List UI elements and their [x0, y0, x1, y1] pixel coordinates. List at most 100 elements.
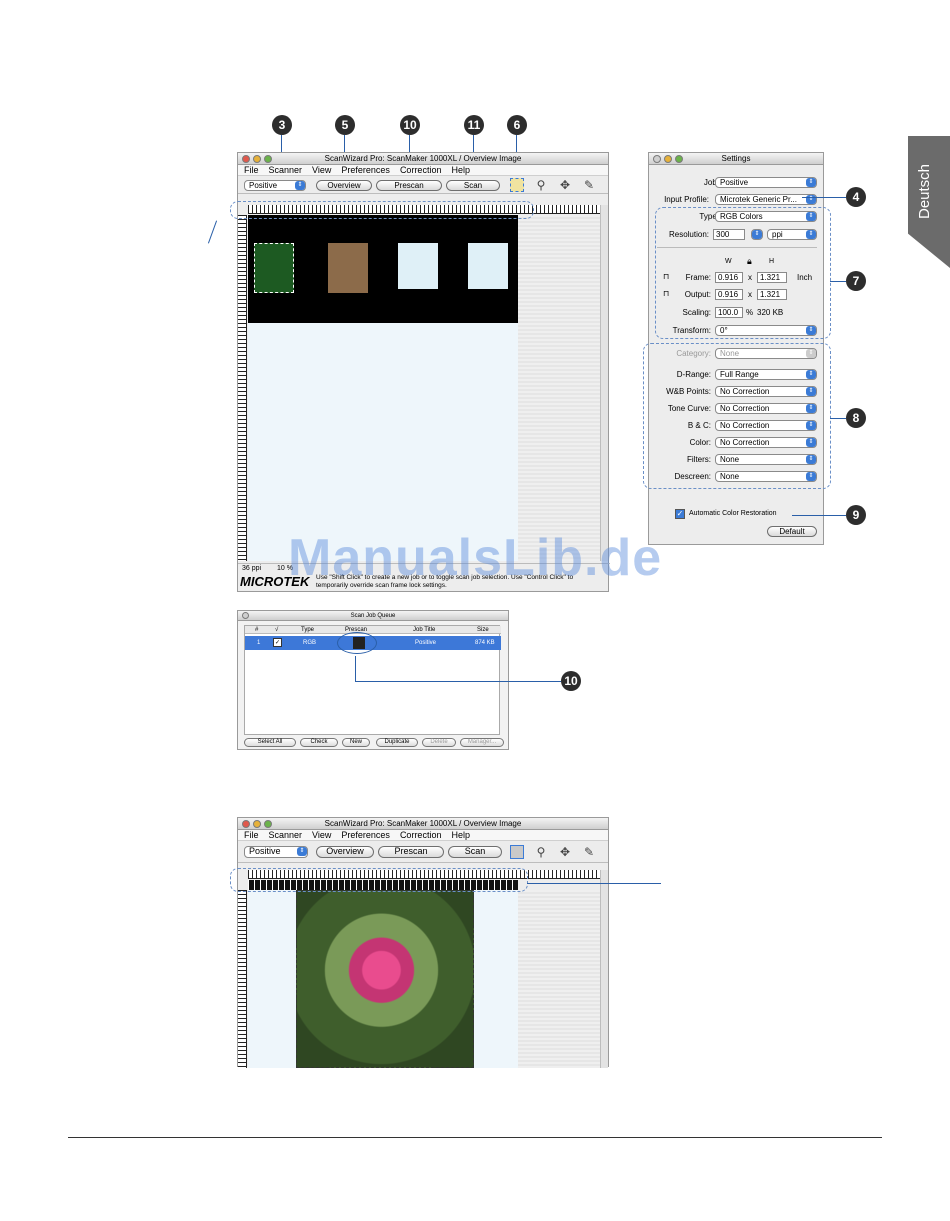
menu-view[interactable]: View [312, 830, 331, 840]
close-button[interactable] [242, 155, 250, 163]
magnifier-icon[interactable]: ⚲ [534, 178, 548, 192]
manager-button[interactable]: Manager... [460, 738, 504, 747]
menu-scanner[interactable]: Scanner [269, 830, 303, 840]
pan-tool-icon[interactable]: ✥ [558, 845, 572, 859]
callout-10-queue: 10 [561, 671, 581, 691]
scan-frame-tool-icon[interactable] [510, 845, 524, 859]
preview-pane-empty [518, 215, 600, 561]
job-label: Job: [703, 178, 719, 187]
menu-correction[interactable]: Correction [400, 165, 442, 175]
close-button[interactable] [242, 820, 250, 828]
popup-arrows-icon: ⇕ [806, 178, 816, 187]
scan-frame-tool-icon[interactable] [510, 178, 524, 192]
queue-list: # √ Type Prescan Job Title Size 1 ✓ RGB … [244, 625, 501, 735]
group-highlight [655, 207, 831, 339]
input-profile-popup[interactable]: Microtek Generic Pr... ⇕ [715, 194, 817, 205]
leader-line [207, 220, 218, 244]
zoom-button[interactable] [264, 155, 272, 163]
callout-9: 9 [846, 505, 866, 525]
input-profile-label: Input Profile: [664, 195, 709, 204]
menu-help[interactable]: Help [451, 165, 470, 175]
menu-help[interactable]: Help [451, 830, 470, 840]
language-tab: Deutsch [908, 136, 950, 268]
slide-frame-2[interactable] [328, 243, 368, 293]
menu-scanner[interactable]: Scanner [269, 165, 303, 175]
eyedropper-icon[interactable]: ✎ [582, 845, 596, 859]
vertical-ruler [238, 215, 247, 561]
queue-title: Scan Job Queue [350, 613, 396, 619]
job-popup[interactable]: Positive ⇕ [715, 177, 817, 188]
job-popup-value: Positive [249, 181, 278, 190]
callout-7: 7 [846, 271, 866, 291]
magnifier-icon[interactable]: ⚲ [534, 845, 548, 859]
menu-file[interactable]: File [244, 830, 259, 840]
close-button[interactable] [653, 155, 661, 163]
scan-button[interactable]: Scan [448, 846, 502, 858]
eyedropper-icon[interactable]: ✎ [582, 178, 596, 192]
overview-button[interactable]: Overview [316, 846, 374, 858]
footer-rule [68, 1137, 882, 1138]
zoom-button[interactable] [675, 155, 683, 163]
leader-line [792, 515, 846, 516]
preview-area [248, 323, 518, 561]
zoom-button[interactable] [264, 820, 272, 828]
slide-frame-1[interactable] [254, 243, 294, 293]
pan-tool-icon[interactable]: ✥ [558, 178, 572, 192]
scan-job-queue-window: Scan Job Queue # √ Type Prescan Job Titl… [237, 610, 509, 750]
job-popup[interactable]: Positive ⇕ [244, 846, 308, 858]
window-title: ScanWizard Pro: ScanMaker 1000XL / Overv… [324, 154, 522, 163]
callout-4: 4 [846, 187, 866, 207]
callout-10: 10 [400, 115, 420, 135]
preview-pane-empty [518, 890, 600, 1068]
select-all-button[interactable]: Select All [244, 738, 296, 747]
row-checkbox[interactable]: ✓ [273, 638, 282, 647]
duplicate-button[interactable]: Duplicate [376, 738, 418, 747]
job-value: Positive [720, 178, 749, 187]
menu-view[interactable]: View [312, 165, 331, 175]
callout-3: 3 [272, 115, 292, 135]
close-button[interactable] [242, 612, 249, 619]
window-title: ScanWizard Pro: ScanMaker 1000XL / Overv… [324, 819, 522, 828]
minimize-button[interactable] [664, 155, 672, 163]
row-type: RGB [303, 640, 317, 646]
overview-window-2: ScanWizard Pro: ScanMaker 1000XL / Overv… [230, 817, 609, 1068]
vertical-ruler [238, 890, 247, 1068]
col-size: Size [477, 627, 489, 633]
leader-line [355, 656, 356, 682]
minimize-button[interactable] [253, 155, 261, 163]
leader-line [830, 281, 846, 282]
acr-label: Automatic Color Restoration [689, 510, 777, 517]
vertical-scrollbar[interactable] [600, 205, 608, 561]
scan-button[interactable]: Scan [446, 180, 500, 191]
check-button[interactable]: Check [300, 738, 338, 747]
group-highlight [643, 343, 831, 489]
vertical-scrollbar[interactable] [600, 870, 608, 1068]
minimize-button[interactable] [253, 820, 261, 828]
menu-bar: File Scanner View Preferences Correction… [238, 830, 608, 841]
popup-arrows-icon: ⇕ [297, 847, 307, 856]
lotus-preview-image[interactable] [296, 890, 474, 1068]
col-check: √ [275, 627, 279, 633]
col-num: # [255, 627, 259, 633]
ruler-highlight [230, 201, 534, 219]
window-titlebar: ScanWizard Pro: ScanMaker 1000XL / Overv… [238, 153, 608, 165]
prescan-button[interactable]: Prescan [378, 846, 444, 858]
new-button[interactable]: New [342, 738, 370, 747]
window-titlebar: ScanWizard Pro: ScanMaker 1000XL / Overv… [238, 818, 608, 830]
default-button[interactable]: Default [767, 526, 817, 537]
overview-button[interactable]: Overview [316, 180, 372, 191]
menu-preferences[interactable]: Preferences [341, 165, 390, 175]
job-popup[interactable]: Positive ⇕ [244, 180, 306, 191]
acr-checkbox[interactable]: ✓ [675, 509, 685, 519]
menu-preferences[interactable]: Preferences [341, 830, 390, 840]
callout-6: 6 [507, 115, 527, 135]
delete-button[interactable]: Delete [422, 738, 456, 747]
input-profile-value: Microtek Generic Pr... [720, 195, 797, 204]
prescan-button[interactable]: Prescan [376, 180, 442, 191]
menu-file[interactable]: File [244, 165, 259, 175]
menu-correction[interactable]: Correction [400, 830, 442, 840]
queue-header: # √ Type Prescan Job Title Size [245, 626, 501, 634]
film-holder [248, 215, 518, 323]
slide-frame-4 [468, 243, 508, 289]
settings-titlebar: Settings [649, 153, 823, 165]
